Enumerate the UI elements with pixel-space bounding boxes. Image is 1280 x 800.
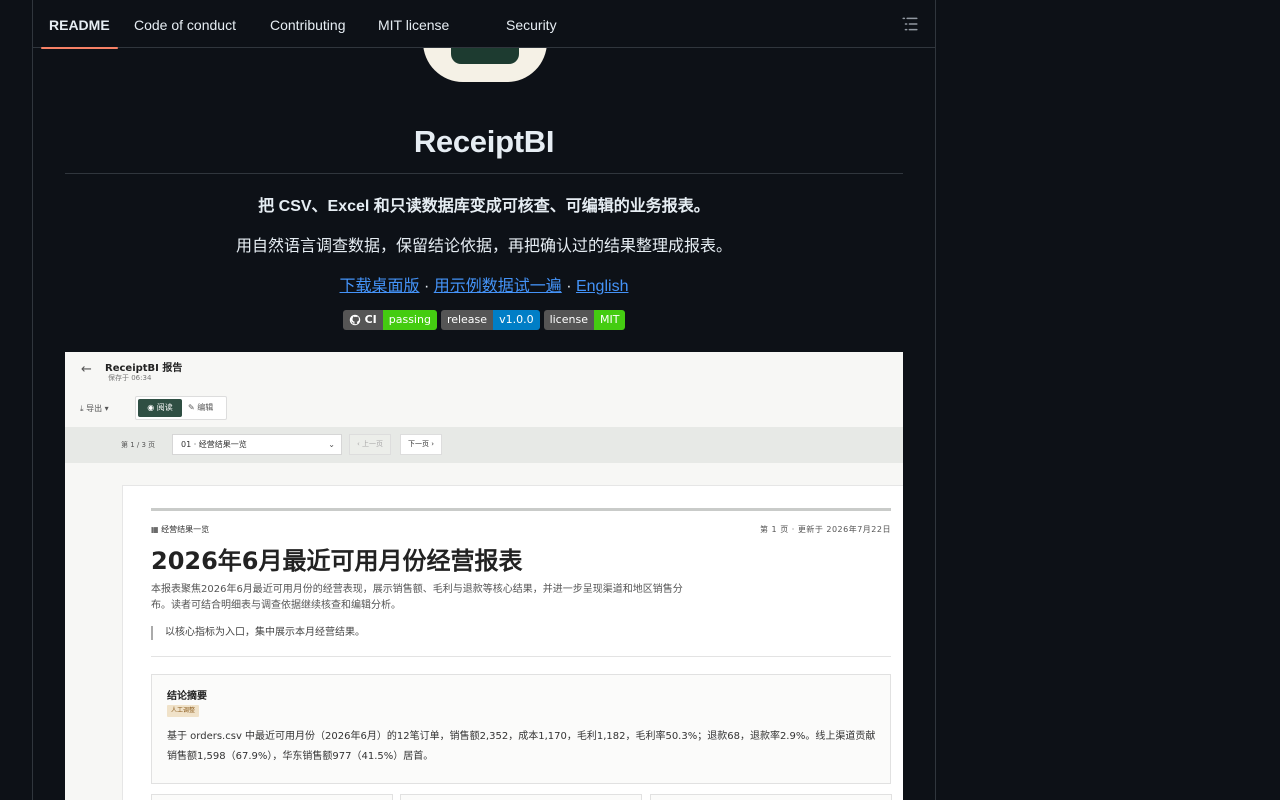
report-quote: 以核心指标为入口，集中展示本月经营结果。 — [151, 626, 365, 640]
summary-text: 基于 orders.csv 中最近可用月份（2026年6月）的12笔订单，销售额… — [167, 731, 876, 762]
badge-value: passing — [382, 310, 437, 330]
readme-panel: README Code of conduct Contributing MIT … — [32, 0, 936, 800]
try-sample-data-link[interactable]: 用示例数据试一遍 — [434, 278, 562, 295]
page-counter: 第 1 / 3 页 — [121, 441, 156, 449]
summary-card: 结论摘要 人工调整 基于 orders.csv 中最近可用月份（2026年6月）… — [151, 674, 891, 784]
badge-value: v1.0.0 — [493, 310, 540, 330]
metric-card — [400, 794, 642, 800]
pencil-icon: ✎ — [188, 403, 195, 412]
readme-tagline: 把 CSV、Excel 和只读数据库变成可核查、可编辑的业务报表。 — [258, 198, 710, 215]
view-mode-toggle: ◉ 阅读 ✎ 编辑 — [135, 396, 227, 420]
readme-tab-bar: README Code of conduct Contributing MIT … — [33, 0, 935, 49]
export-button: ⤓ 导出 ▾ — [80, 404, 109, 413]
link-separator: · — [561, 278, 576, 295]
badge-label: CI — [364, 313, 377, 326]
tab-mit-license[interactable]: MIT license — [378, 0, 449, 48]
section-label: ▦ 经营结果一览 — [151, 525, 210, 534]
english-link[interactable]: English — [576, 278, 628, 295]
tab-code-of-conduct[interactable]: Code of conduct — [134, 0, 236, 48]
ci-badge[interactable]: CI passing — [342, 310, 437, 330]
app-title: ReceiptBI 报告 — [105, 363, 183, 374]
download-desktop-link[interactable]: 下载桌面版 — [340, 278, 420, 295]
list-outline-icon[interactable] — [901, 15, 919, 33]
page-top-rule — [151, 508, 891, 511]
tab-security[interactable]: Security — [506, 0, 557, 48]
report-page: ▦ 经营结果一览 第 1 页 · 更新于 2026年7月22日 2026年6月最… — [123, 486, 903, 800]
download-icon: ⤓ — [80, 404, 84, 413]
read-mode-button: ◉ 阅读 — [138, 399, 182, 417]
summary-title: 结论摘要 — [167, 691, 207, 702]
arrow-left-icon: ← — [81, 362, 92, 377]
eye-icon: ◉ — [147, 403, 155, 412]
link-separator: · — [419, 278, 434, 295]
grid-icon: ▦ — [151, 525, 159, 534]
report-heading: 2026年6月最近可用月份经营报表 — [151, 547, 523, 575]
report-divider — [151, 656, 891, 657]
title-divider — [65, 173, 903, 174]
tab-contributing[interactable]: Contributing — [270, 0, 346, 48]
release-badge[interactable]: release v1.0.0 — [440, 310, 540, 330]
saved-status: 保存于 06:34 — [108, 374, 152, 382]
github-icon — [349, 314, 360, 326]
readme-subline: 用自然语言调查数据，保留结论依据，再把确认过的结果整理成报表。 — [235, 238, 732, 255]
metric-card — [151, 794, 393, 800]
report-description: 本报表聚焦2026年6月最近可用月份的经营表现，展示销售额、毛利与退款等核心结果… — [151, 584, 683, 611]
readme-links: 下载桌面版 · 用示例数据试一遍 · English — [33, 272, 935, 296]
manual-adjust-tag: 人工调整 — [167, 705, 200, 717]
badge-label: license — [543, 310, 594, 330]
app-screenshot: ← ReceiptBI 报告 保存于 06:34 ⤓ 导出 ▾ ◉ 阅读 ✎ 编… — [65, 352, 903, 800]
chevron-down-icon: ⌄ — [328, 440, 335, 449]
edit-mode-button: ✎ 编辑 — [188, 403, 214, 412]
metric-card — [650, 794, 892, 800]
next-page-button: 下一页 › — [400, 434, 443, 455]
badge-row: CI passing release v1.0.0 license MIT — [33, 310, 935, 330]
tab-readme[interactable]: README — [41, 0, 118, 49]
license-badge[interactable]: license MIT — [543, 310, 626, 330]
readme-title: ReceiptBI — [413, 124, 555, 159]
badge-value: MIT — [593, 310, 626, 330]
page-navigator: 第 1 / 3 页 01 · 经营结果一览 ⌄ ‹ 上一页 下一页 › — [65, 427, 903, 463]
page-info: 第 1 页 · 更新于 2026年7月22日 — [760, 525, 891, 534]
prev-page-button: ‹ 上一页 — [349, 434, 392, 455]
badge-label: release — [440, 310, 494, 330]
page-select: 01 · 经营结果一览 ⌄ — [172, 434, 342, 455]
